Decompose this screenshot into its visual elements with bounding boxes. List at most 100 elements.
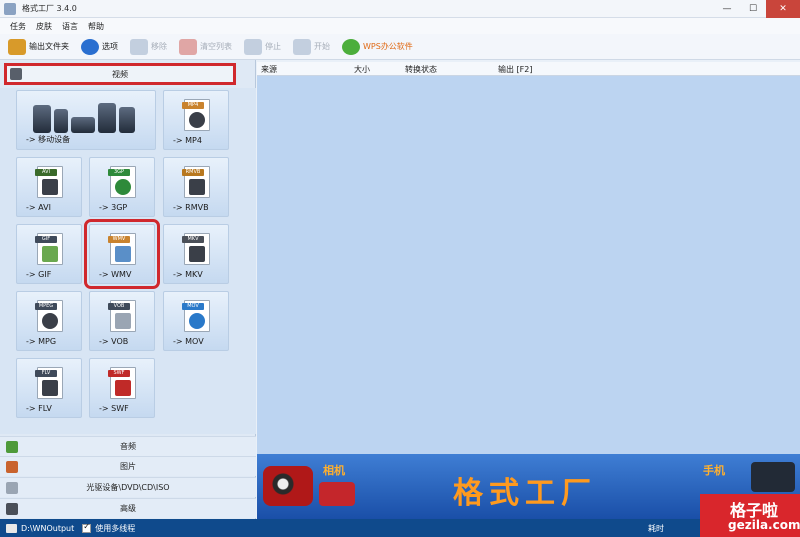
remove-button[interactable]: 移除	[130, 36, 167, 58]
mobile-devices-icon	[33, 97, 139, 133]
tile-label: -> AVI	[26, 203, 51, 212]
video-film-icon	[10, 68, 22, 80]
rmvb-file-icon: RMVB	[182, 166, 210, 198]
close-button[interactable]: ✕	[766, 0, 800, 18]
mov-file-icon: MOV	[182, 300, 210, 332]
tile-mpg[interactable]: MPEG -> MPG	[16, 291, 82, 351]
tile-gif[interactable]: GIF -> GIF	[16, 224, 82, 284]
clear-list-icon	[179, 38, 197, 55]
app-icon	[4, 2, 16, 15]
output-folder-button[interactable]: 输出文件夹	[8, 36, 69, 58]
phone-label: 手机	[703, 464, 725, 477]
remove-label: 移除	[151, 42, 167, 51]
mpeg-file-icon: MPEG	[35, 300, 63, 332]
gif-file-icon: GIF	[35, 233, 63, 265]
camcorder-icon	[263, 466, 313, 506]
picture-category[interactable]: 图片	[0, 456, 256, 476]
tile-wmv[interactable]: WMV -> WMV	[84, 219, 160, 289]
column-output[interactable]: 输出 [F2]	[498, 64, 532, 75]
stop-button[interactable]: 停止	[244, 36, 281, 58]
disc-category[interactable]: 光驱设备\DVD\CD\ISO	[0, 477, 256, 497]
menu-skin[interactable]: 皮肤	[36, 21, 52, 32]
format-tag: FLV	[35, 370, 57, 377]
video-category-header[interactable]: 视频	[4, 63, 236, 85]
picture-category-label: 图片	[120, 462, 136, 471]
tile-label: -> MOV	[173, 337, 204, 346]
menu-help[interactable]: 帮助	[88, 21, 104, 32]
remove-icon	[130, 38, 148, 55]
format-tag: 3GP	[108, 169, 130, 176]
clear-list-label: 清空列表	[200, 42, 232, 51]
video-category-label: 视频	[112, 69, 128, 79]
tile-avi[interactable]: AVI -> AVI	[16, 157, 82, 217]
wps-office-button[interactable]: WPS办公软件	[342, 36, 413, 58]
tile-mobile-device[interactable]: -> 移动设备	[16, 90, 156, 150]
window-title: 格式工厂 3.4.0	[22, 4, 77, 13]
start-icon	[293, 38, 311, 55]
menu-language[interactable]: 语言	[62, 21, 78, 32]
folder-icon	[6, 523, 17, 533]
tile-label: -> RMVB	[173, 203, 209, 212]
options-gear-icon	[81, 38, 99, 55]
format-tag: MPEG	[35, 303, 57, 310]
tile-vob[interactable]: VOB -> VOB	[89, 291, 155, 351]
format-tag: VOB	[108, 303, 130, 310]
tile-label: -> WMV	[99, 270, 132, 279]
output-folder-label: 输出文件夹	[29, 42, 69, 51]
tile-rmvb[interactable]: RMVB -> RMVB	[163, 157, 229, 217]
column-source[interactable]: 来源	[261, 64, 277, 75]
flv-file-icon: FLV	[35, 367, 63, 399]
minimize-button[interactable]: —	[714, 0, 740, 18]
tile-label: -> VOB	[99, 337, 129, 346]
tile-label: -> 3GP	[99, 203, 128, 212]
task-list[interactable]	[257, 76, 800, 454]
column-size[interactable]: 大小	[354, 64, 370, 75]
tile-mp4[interactable]: MP4 -> MP4	[163, 90, 229, 150]
format-tag: RMVB	[182, 169, 204, 176]
disc-category-label: 光驱设备\DVD\CD\ISO	[86, 483, 170, 492]
tile-flv[interactable]: FLV -> FLV	[16, 358, 82, 418]
wmv-file-icon: WMV	[108, 233, 136, 265]
task-list-header: 来源 大小 转换状态 输出 [F2]	[257, 62, 800, 76]
tile-swf[interactable]: SWF -> SWF	[89, 358, 155, 418]
vob-file-icon: VOB	[108, 300, 136, 332]
menu-task[interactable]: 任务	[10, 21, 26, 32]
tile-label: -> 移动设备	[26, 135, 71, 144]
maximize-button[interactable]: ☐	[740, 0, 766, 18]
title-bar: 格式工厂 3.4.0 — ☐ ✕	[0, 0, 800, 18]
wps-icon	[342, 38, 360, 55]
output-path[interactable]: D:\WNOutput	[21, 524, 74, 533]
audio-note-icon	[6, 440, 18, 453]
start-button[interactable]: 开始	[293, 36, 330, 58]
advanced-category-label: 高级	[120, 504, 136, 513]
3gp-file-icon: 3GP	[108, 166, 136, 198]
format-tag: MOV	[182, 303, 204, 310]
stop-icon	[244, 38, 262, 55]
window-controls: — ☐ ✕	[714, 0, 800, 18]
multithread-checkbox[interactable]	[82, 522, 92, 533]
disc-drive-icon	[6, 481, 18, 494]
column-status[interactable]: 转换状态	[405, 64, 437, 75]
elapsed-label: 耗时	[648, 523, 664, 533]
options-label: 选项	[102, 42, 118, 51]
wps-label: WPS办公软件	[363, 42, 413, 51]
camera-label: 相机	[323, 464, 345, 477]
tile-mkv[interactable]: MKV -> MKV	[163, 224, 229, 284]
advanced-icon	[6, 502, 18, 515]
tile-mov[interactable]: MOV -> MOV	[163, 291, 229, 351]
picture-icon	[6, 460, 18, 473]
tile-3gp[interactable]: 3GP -> 3GP	[89, 157, 155, 217]
tile-label: -> FLV	[26, 404, 52, 413]
advanced-category[interactable]: 高级	[0, 498, 256, 518]
phone-icon	[751, 462, 795, 492]
clear-list-button[interactable]: 清空列表	[179, 36, 232, 58]
format-tag: MP4	[182, 102, 204, 109]
options-button[interactable]: 选项	[81, 36, 118, 58]
site-watermark: 格子啦 gezila.com	[700, 494, 800, 537]
format-tag: GIF	[35, 236, 57, 243]
audio-category[interactable]: 音频	[0, 436, 256, 456]
video-format-grid: -> 移动设备 MP4 -> MP4 AVI -> AVI 3GP -> 3GP…	[0, 88, 256, 434]
audio-category-label: 音频	[120, 442, 136, 451]
left-panel: 视频 -> 移动设备 MP4 -> MP4 AVI -> AVI 3GP -> …	[0, 60, 256, 519]
digital-camera-icon	[319, 482, 355, 506]
